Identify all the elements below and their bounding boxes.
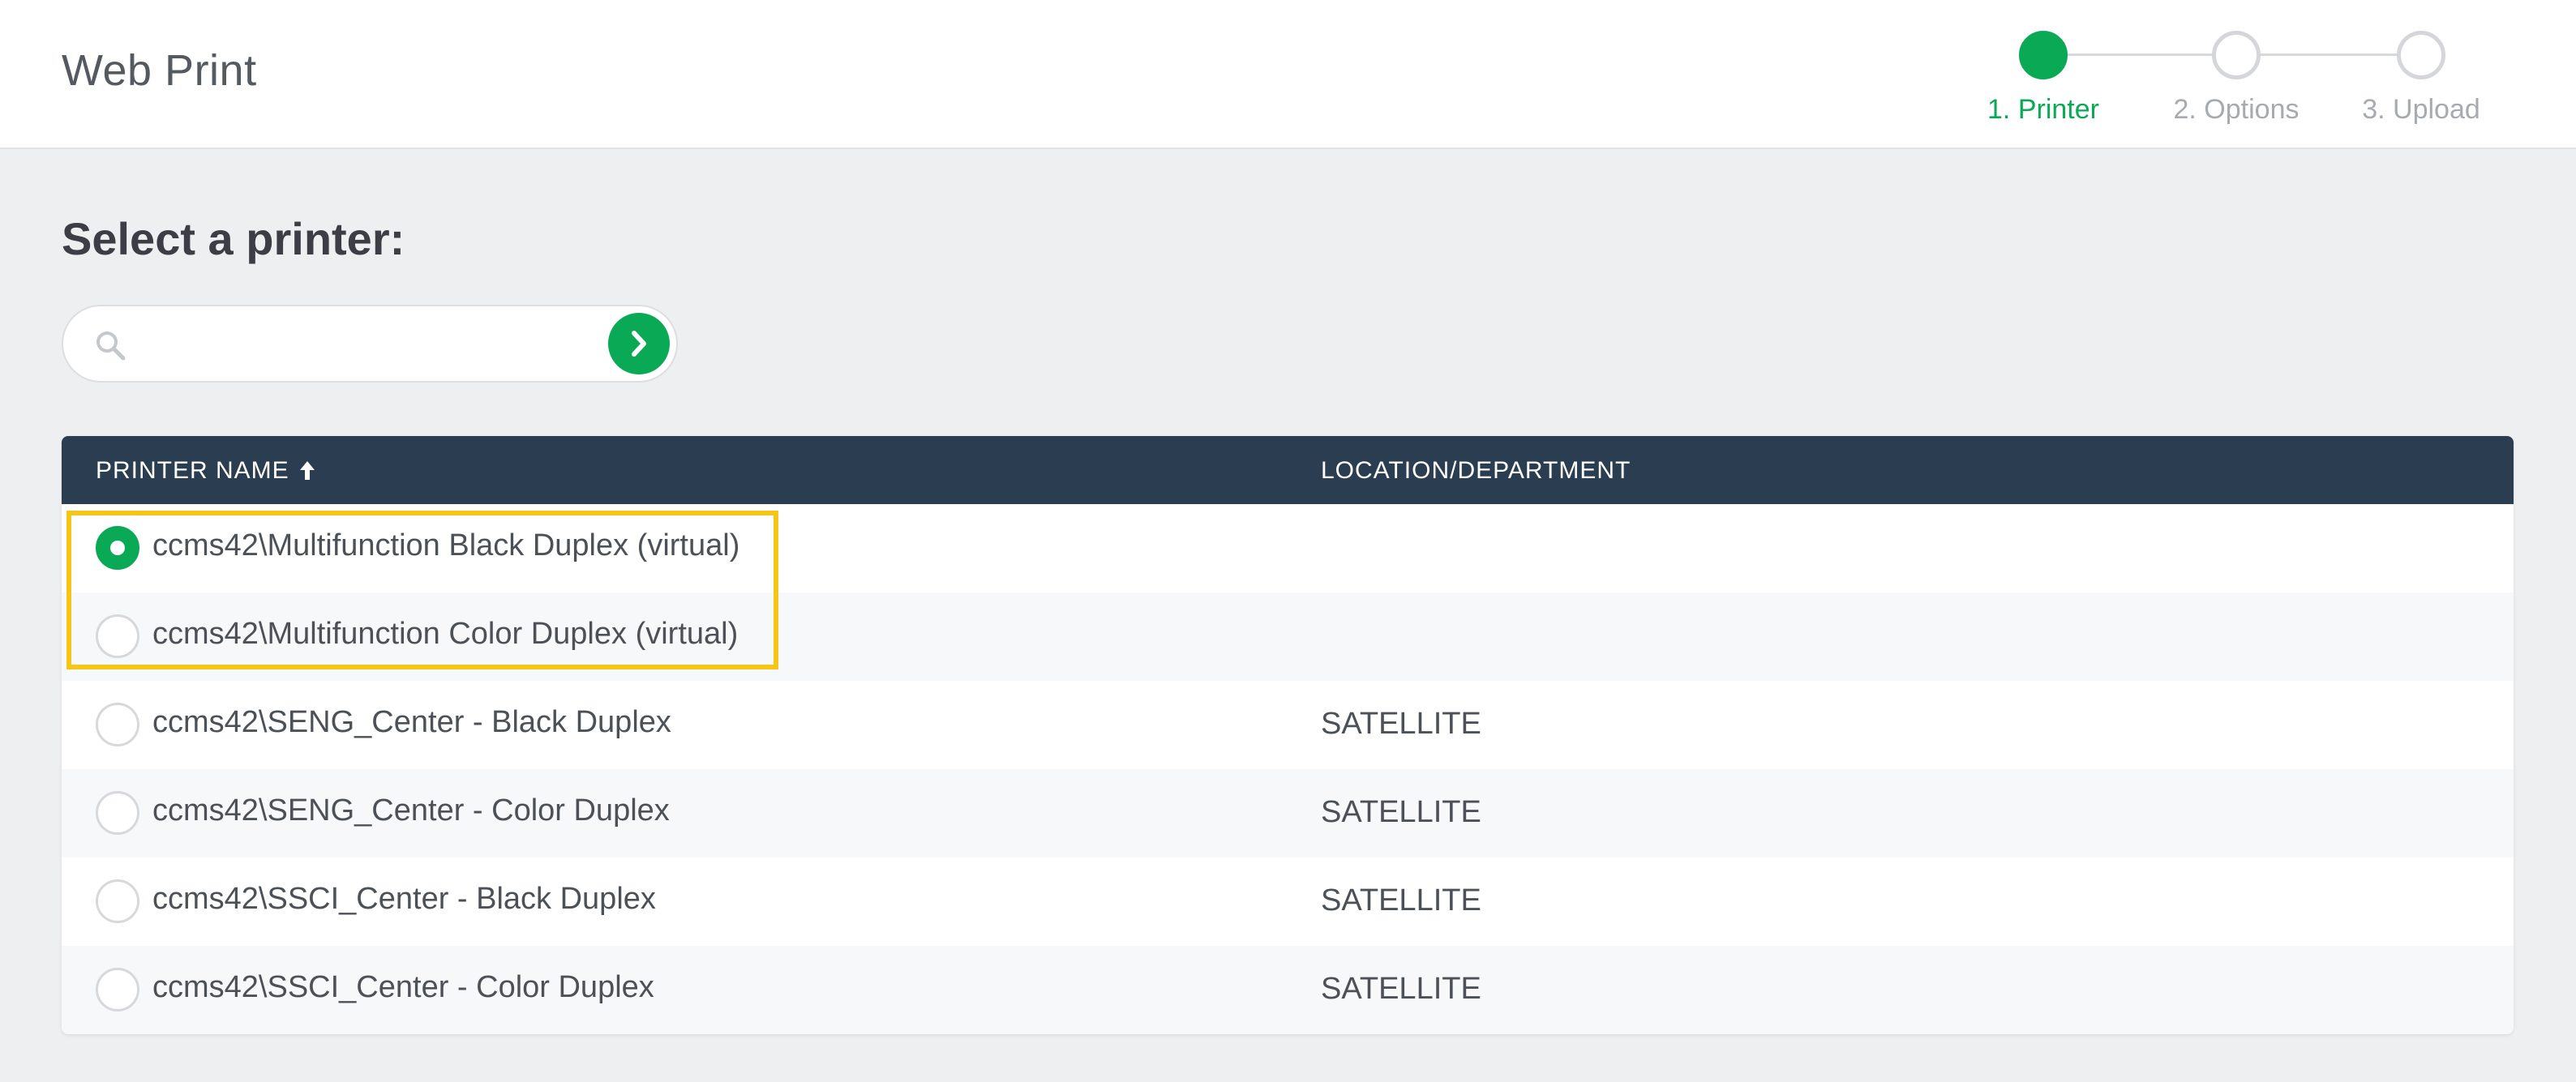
location-cell: SATELLITE: [1321, 972, 1481, 1006]
printer-radio[interactable]: [96, 526, 139, 570]
step-label: 2. Options: [2173, 94, 2300, 125]
printer-radio[interactable]: [96, 879, 139, 923]
table-row[interactable]: ccms42\SENG_Center - Color Duplex SATELL…: [62, 769, 2514, 857]
chevron-right-icon: [632, 331, 646, 357]
printer-name-cell: ccms42\SSCI_Center - Color Duplex: [152, 970, 654, 1004]
printer-name-cell: ccms42\SENG_Center - Black Duplex: [152, 705, 671, 739]
table-header: PRINTER NAME LOCATION/DEPARTMENT: [62, 436, 2514, 504]
printer-radio[interactable]: [96, 968, 139, 1011]
step-indicator: [2019, 31, 2068, 79]
app-title: Web Print: [62, 46, 257, 95]
location-cell: SATELLITE: [1321, 795, 1481, 829]
step-indicator: [2212, 31, 2261, 79]
printer-name-cell: ccms42\SSCI_Center - Black Duplex: [152, 882, 656, 916]
page-title: Select a printer:: [62, 213, 405, 264]
printer-radio[interactable]: [96, 703, 139, 746]
printer-search: [62, 305, 678, 383]
step-label: 3. Upload: [2362, 94, 2480, 125]
step-options: 2. Options: [2155, 24, 2317, 126]
app-header: Web Print 1. Printer 2. Options 3. Uploa…: [0, 0, 2576, 149]
table-row[interactable]: ccms42\SSCI_Center - Color Duplex SATELL…: [62, 946, 2514, 1034]
step-upload: 3. Upload: [2340, 24, 2502, 126]
printer-radio[interactable]: [96, 791, 139, 835]
location-cell: SATELLITE: [1321, 883, 1481, 917]
column-header-printer-name[interactable]: PRINTER NAME: [96, 457, 317, 485]
column-header-label: PRINTER NAME: [96, 457, 289, 484]
table-row[interactable]: ccms42\Multifunction Black Duplex (virtu…: [62, 504, 2514, 592]
table-row[interactable]: ccms42\SSCI_Center - Black Duplex SATELL…: [62, 857, 2514, 946]
step-printer: 1. Printer: [1962, 24, 2124, 126]
progress-stepper: 1. Printer 2. Options 3. Upload: [1978, 24, 2505, 138]
step-label: 1. Printer: [1987, 94, 2099, 125]
search-submit-button[interactable]: [608, 313, 670, 374]
printer-table: PRINTER NAME LOCATION/DEPARTMENT ccms42\…: [62, 436, 2514, 1034]
column-header-location[interactable]: LOCATION/DEPARTMENT: [1321, 457, 1631, 485]
table-row[interactable]: ccms42\SENG_Center - Black Duplex SATELL…: [62, 681, 2514, 769]
arrow-up-icon: [299, 461, 315, 481]
location-cell: SATELLITE: [1321, 707, 1481, 741]
printer-radio[interactable]: [96, 614, 139, 658]
table-row[interactable]: ccms42\Multifunction Color Duplex (virtu…: [62, 592, 2514, 681]
search-icon: [96, 331, 126, 361]
step-indicator: [2397, 31, 2445, 79]
printer-name-cell: ccms42\SENG_Center - Color Duplex: [152, 793, 670, 828]
printer-name-cell: ccms42\Multifunction Black Duplex (virtu…: [152, 528, 740, 562]
search-input[interactable]: [144, 318, 566, 370]
printer-name-cell: ccms42\Multifunction Color Duplex (virtu…: [152, 617, 739, 651]
